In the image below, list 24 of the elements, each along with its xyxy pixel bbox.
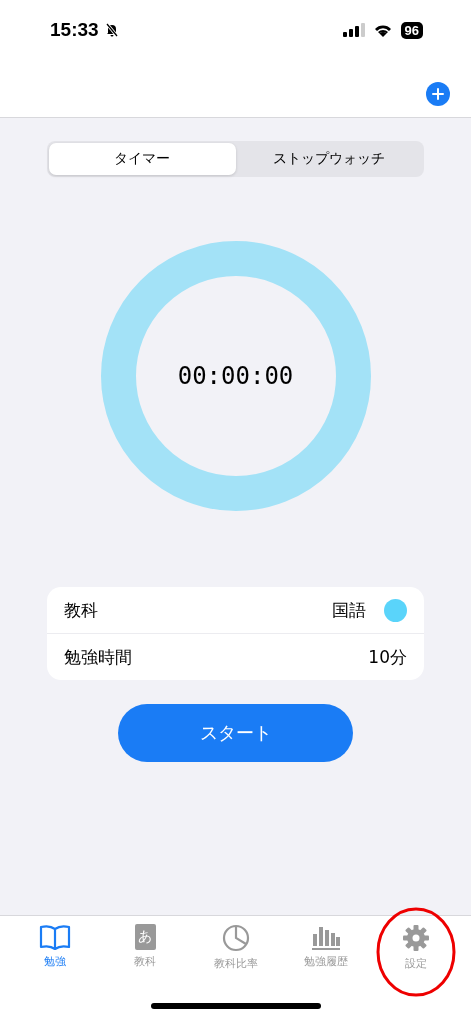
tab-bar-item[interactable]: あ 教科 <box>100 916 191 1000</box>
status-time: 15:33 <box>50 19 99 41</box>
add-button[interactable] <box>426 81 450 106</box>
segment-tab[interactable]: ストップウォッチ <box>235 143 422 175</box>
signal-icon <box>342 23 365 37</box>
pie-chart-icon <box>221 924 250 952</box>
tab-bar-item[interactable]: 勉強履歴 <box>280 916 371 1000</box>
start-button[interactable]: スタート <box>118 704 353 762</box>
book-icon <box>39 924 72 950</box>
tab-bar-item[interactable]: 設定 <box>370 916 461 1000</box>
dictionary-icon: あ <box>134 924 156 950</box>
setting-label: 勉強時間 <box>64 645 132 669</box>
tab-bar-item[interactable]: 教科比率 <box>190 916 281 1000</box>
setting-label: 教科 <box>64 598 98 622</box>
battery-indicator: 96 <box>400 21 423 39</box>
setting-value[interactable]: 国語 <box>332 598 366 622</box>
setting-value[interactable]: 10分 <box>368 645 407 669</box>
bar-chart-icon <box>310 924 341 950</box>
plus-icon <box>432 87 444 100</box>
timer-display: 00:00:00 <box>177 362 294 390</box>
tab-bar-item[interactable]: 勉強 <box>10 916 101 1000</box>
muted-bell-icon <box>104 23 119 37</box>
settings-icon <box>401 924 430 952</box>
segment-tab[interactable]: タイマー <box>49 143 236 175</box>
